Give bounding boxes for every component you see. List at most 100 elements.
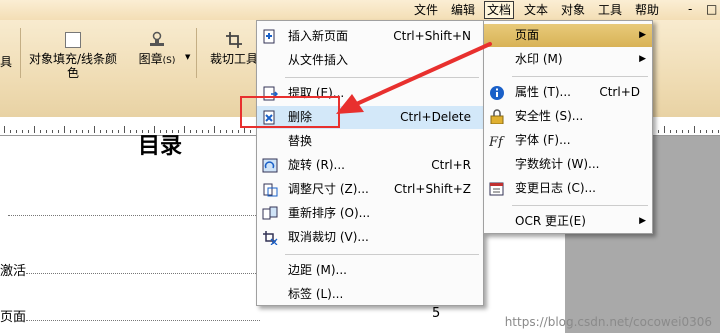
sub_menu-item[interactable]: 字数统计 (W)... [484,153,652,176]
sub_menu-item[interactable]: 安全性 (S)... [484,105,652,128]
menu-separator [512,205,648,206]
toolbar-separator [20,28,21,78]
ruler-tick [58,130,59,133]
ruler-tick [664,126,665,133]
ruler-tick [76,130,77,133]
ruler-tick [16,130,17,133]
ruler-tick [190,130,191,133]
ruler-tick [52,130,53,133]
svg-text:Ff: Ff [489,135,505,148]
ruler-tick [718,130,719,133]
submenu-arrow-icon: ▶ [639,216,646,226]
fill-swatch-icon [65,32,81,48]
submenu-arrow-icon: ▶ [639,54,646,64]
stamp-button[interactable]: 图章(S) [133,31,181,68]
crop-tool-button[interactable]: 裁切工具 [208,31,260,66]
ruler-tick [10,130,11,133]
menu-tools[interactable]: 工具 [596,2,624,18]
sub_menu-item-label: 安全性 (S)... [515,109,584,123]
maximize-button[interactable]: □ [706,2,717,16]
toc-entry: 页面 [0,310,27,325]
stamp-icon [150,31,164,46]
ruler-tick [688,130,689,133]
ruler-tick [88,130,89,133]
doc_menu-item[interactable]: 标签 (L)... [257,283,483,306]
stamp-dropdown-icon[interactable]: ▼ [185,53,190,61]
ruler-tick [184,126,185,133]
ruler-tick [64,126,65,133]
ruler-tick [670,130,671,133]
crop-tool-label: 裁切工具 [209,52,258,66]
ruler-tick [250,130,251,133]
doc_menu-item[interactable]: 替换 [257,130,483,153]
highlight-box [240,96,340,128]
font-icon: Ff [488,133,505,150]
ruler-tick [232,130,233,133]
toc-leader-dots [26,273,260,274]
sub_menu-item[interactable]: 变更日志 (C)... [484,177,652,200]
ruler-tick [124,126,125,133]
ruler-tick [700,130,701,133]
rotate-page-icon [262,158,278,173]
sub_menu-item[interactable]: OCR 更正(E) ▶ [484,210,652,233]
menu-edit[interactable]: 编辑 [449,2,477,18]
sub_menu-item[interactable]: Ff 字体 (F)... [484,129,652,152]
ruler-tick [112,130,113,133]
resize-page-icon [262,182,278,197]
ruler-tick [226,130,227,133]
ruler-tick [118,130,119,133]
ruler-tick [130,130,131,133]
menu-file[interactable]: 文件 [412,2,440,18]
ruler-tick [70,130,71,133]
toc-leader-dots [8,215,260,216]
minimize-button[interactable]: - [688,2,692,16]
ruler-tick [238,130,239,133]
ruler-tick [208,130,209,133]
doc_menu-item[interactable]: 调整尺寸 (Z)... Ctrl+Shift+Z [257,178,483,201]
menu-object[interactable]: 对象 [559,2,587,18]
ruler-tick [82,130,83,133]
fill-stroke-color-button[interactable]: 对象填充/线条颜色 [28,32,118,80]
sub_menu-item[interactable]: 属性 (T)... Ctrl+D [484,81,652,104]
doc_menu-item[interactable]: 旋转 (R)... Ctrl+R [257,154,483,177]
reorder-pages-icon [262,206,278,221]
shortcut-label: Ctrl+D [599,85,640,99]
ruler-tick [94,126,95,133]
doc_menu-item[interactable]: 取消裁切 (V)... [257,226,483,249]
ruler-tick [676,130,677,133]
sub_menu-item[interactable]: 水印 (M) ▶ [484,48,652,71]
menu-text[interactable]: 文本 [522,2,550,18]
red-arrow-annotation [336,42,492,114]
doc_menu-item-label: 边距 (M)... [288,263,347,277]
doc_menu-item[interactable]: 边距 (M)... [257,259,483,282]
stamp-suffix: (S) [162,56,176,66]
doc_menu-item-label: 标签 (L)... [288,287,344,301]
ruler-tick [34,126,35,133]
submenu-arrow-icon: ▶ [639,30,646,40]
sub_menu-item-label: OCR 更正(E) [515,214,586,228]
toc-entry: 激活 [0,264,27,279]
doc_menu-item-label: 替换 [288,134,313,148]
sub_menu-item-label: 属性 (T)... [515,85,571,99]
ruler-tick [28,130,29,133]
toolbar-partial-label: 具 [0,55,13,69]
menu-document[interactable]: 文档 [484,1,515,19]
doc_menu-item-label: 调整尺寸 (Z)... [288,182,369,196]
ruler-tick [40,130,41,133]
sub_menu-item-label: 字体 (F)... [515,133,571,147]
ruler-tick [712,130,713,133]
sub_menu-item-label: 页面 [515,28,540,42]
toc-leader-dots [26,320,260,321]
sub_menu-item[interactable]: 页面 ▶ [484,24,652,47]
ruler-tick [4,126,5,133]
toolbar-partial-button[interactable]: 具 [0,55,12,69]
doc_menu-item-label: 取消裁切 (V)... [288,230,369,244]
ruler-tick [46,130,47,133]
insert-page-icon [262,29,278,44]
menu-help[interactable]: 帮助 [633,2,661,18]
watermark: https://blog.csdn.net/cocowei0306 [504,315,712,329]
doc_menu-item[interactable]: 重新排序 (O)... [257,202,483,225]
ruler-tick [22,130,23,133]
ruler-tick [706,130,707,133]
uncrop-icon [262,230,278,246]
